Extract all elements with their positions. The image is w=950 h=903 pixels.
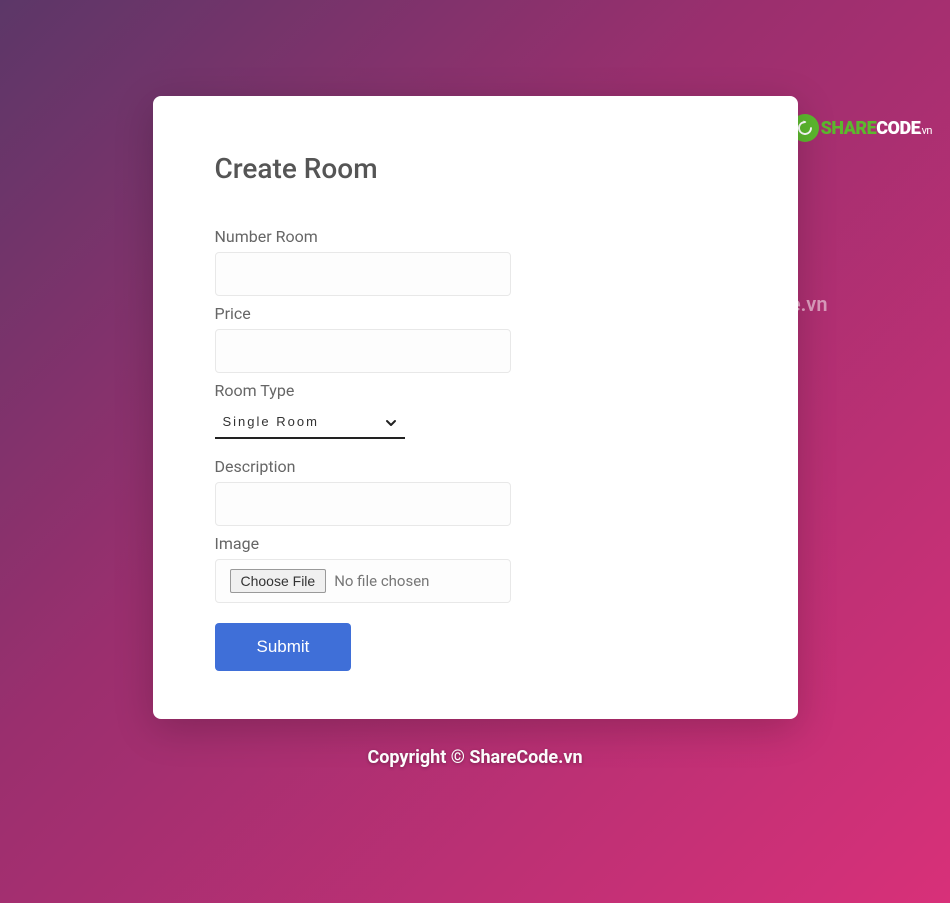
room-type-select[interactable]: Single Room: [215, 406, 405, 439]
copyright-text: Copyright © ShareCode.vn: [0, 747, 950, 768]
file-input-wrapper[interactable]: Choose File No file chosen: [215, 559, 511, 603]
page-title: Create Room: [215, 152, 736, 185]
price-input[interactable]: [215, 329, 511, 373]
image-group: Image Choose File No file chosen: [215, 534, 736, 603]
room-type-label: Room Type: [215, 381, 736, 400]
number-room-input[interactable]: [215, 252, 511, 296]
logo: SHARECODE.vn: [791, 114, 932, 142]
room-type-group: Room Type Single Room: [215, 381, 736, 439]
choose-file-button[interactable]: Choose File: [230, 569, 327, 593]
file-status-text: No file chosen: [334, 572, 429, 590]
description-input[interactable]: [215, 482, 511, 526]
create-room-card: Create Room Number Room Price Room Type …: [153, 96, 798, 719]
description-group: Description: [215, 457, 736, 534]
image-label: Image: [215, 534, 736, 553]
submit-button[interactable]: Submit: [215, 623, 352, 671]
number-room-label: Number Room: [215, 227, 736, 246]
price-group: Price: [215, 304, 736, 381]
description-label: Description: [215, 457, 736, 476]
price-label: Price: [215, 304, 736, 323]
logo-text: SHARECODE.vn: [821, 118, 932, 139]
number-room-group: Number Room: [215, 227, 736, 304]
